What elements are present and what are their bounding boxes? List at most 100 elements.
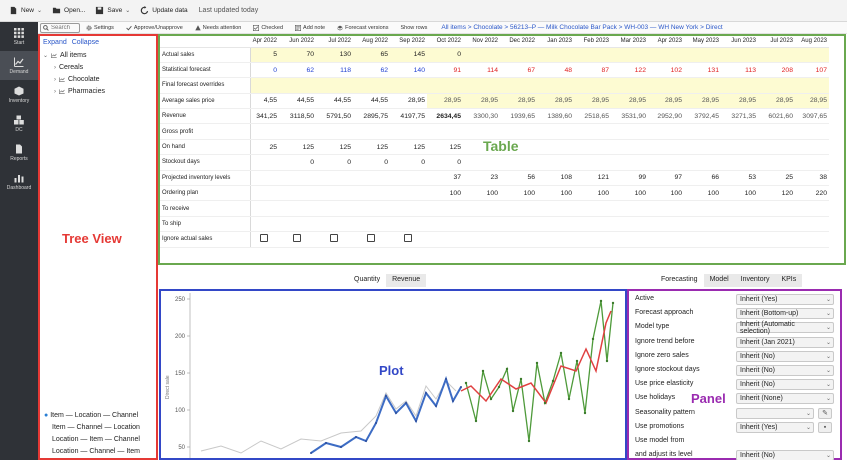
table-cell[interactable]: 1389,60 — [537, 108, 574, 125]
table-cell[interactable]: 25 — [758, 170, 795, 187]
table-cell[interactable] — [574, 139, 611, 156]
table-cell[interactable]: 28,95 — [611, 93, 648, 110]
table-cell[interactable]: 3097,65 — [795, 108, 829, 125]
table-cell[interactable] — [537, 200, 574, 217]
table-cell[interactable] — [721, 77, 758, 94]
table-cell[interactable] — [353, 200, 390, 217]
table-cell[interactable] — [684, 216, 721, 233]
chevron-right-icon[interactable]: › — [54, 65, 56, 71]
table-cell[interactable]: 107 — [795, 62, 829, 79]
table-cell[interactable]: 28,95 — [500, 93, 537, 110]
table-cell[interactable]: 0 — [250, 62, 279, 79]
table-cell[interactable]: 53 — [721, 170, 758, 187]
chevron-down-icon[interactable]: ⌄ — [43, 52, 48, 59]
table-cell[interactable] — [316, 77, 353, 94]
table-cell[interactable] — [250, 123, 279, 140]
setting-select[interactable]: ⌄ — [736, 407, 814, 419]
table-cell[interactable] — [316, 123, 353, 140]
table-cell[interactable]: 220 — [795, 185, 829, 202]
table-cell[interactable]: 44,55 — [353, 93, 390, 110]
hierarchy-option[interactable]: Location — Channel — Item — [52, 448, 140, 455]
table-cell[interactable]: 97 — [648, 170, 684, 187]
table-cell[interactable] — [648, 47, 684, 63]
table-cell[interactable] — [279, 231, 316, 248]
table-cell[interactable] — [574, 123, 611, 140]
table-cell[interactable] — [574, 77, 611, 94]
column-header[interactable]: Aug 2022 — [353, 36, 390, 48]
table-cell[interactable]: 2895,75 — [353, 108, 390, 125]
table-cell[interactable] — [250, 185, 279, 202]
table-cell[interactable] — [316, 170, 353, 187]
table-cell[interactable] — [795, 139, 829, 156]
table-cell[interactable] — [611, 231, 648, 248]
table-cell[interactable] — [353, 77, 390, 94]
column-header[interactable]: Jul 2023 — [758, 36, 795, 48]
table-cell[interactable] — [390, 170, 427, 187]
table-cell[interactable] — [250, 200, 279, 217]
table-cell[interactable]: 6021,60 — [758, 108, 795, 125]
table-cell[interactable] — [795, 154, 829, 171]
table-cell[interactable]: 28,95 — [758, 93, 795, 110]
table-cell[interactable] — [250, 77, 279, 94]
table-cell[interactable] — [795, 200, 829, 217]
table-cell[interactable] — [316, 216, 353, 233]
checkbox[interactable] — [292, 234, 301, 243]
table-cell[interactable] — [684, 77, 721, 94]
checkbox[interactable] — [329, 234, 338, 243]
expand-link[interactable]: Expand — [43, 39, 67, 46]
table-cell[interactable] — [758, 200, 795, 217]
table-cell[interactable]: 100 — [611, 185, 648, 202]
table-cell[interactable] — [427, 231, 463, 248]
nav-demand[interactable]: Demand — [0, 51, 38, 80]
table-cell[interactable]: 125 — [353, 139, 390, 156]
new-button[interactable]: New ⌄ — [4, 0, 47, 22]
table-cell[interactable] — [648, 77, 684, 94]
table-cell[interactable] — [463, 200, 500, 217]
table-cell[interactable] — [684, 123, 721, 140]
column-header[interactable]: Mar 2023 — [611, 36, 648, 48]
table-cell[interactable] — [463, 154, 500, 171]
table-cell[interactable] — [721, 47, 758, 63]
table-cell[interactable] — [279, 77, 316, 94]
table-cell[interactable]: 140 — [390, 62, 427, 79]
setting-select[interactable]: Inherit (Yes) ⌄ — [736, 294, 834, 305]
table-cell[interactable] — [758, 139, 795, 156]
column-header[interactable]: Jun 2023 — [721, 36, 758, 48]
table-cell[interactable]: 28,95 — [648, 93, 684, 110]
table-cell[interactable]: 118 — [316, 62, 353, 79]
table-cell[interactable]: 4,55 — [250, 93, 279, 110]
column-header[interactable]: Jul 2022 — [316, 36, 353, 48]
nav-dashboard[interactable]: Dashboard — [0, 167, 38, 196]
table-cell[interactable] — [537, 77, 574, 94]
collapse-link[interactable]: Collapse — [72, 39, 99, 46]
column-header[interactable]: Apr 2023 — [648, 36, 684, 48]
table-cell[interactable]: 108 — [537, 170, 574, 187]
table-cell[interactable] — [316, 231, 353, 248]
search-box[interactable] — [40, 22, 80, 33]
open-button[interactable]: Open... — [47, 0, 90, 22]
table-cell[interactable] — [279, 123, 316, 140]
column-header[interactable]: May 2023 — [684, 36, 721, 48]
column-header[interactable]: Oct 2022 — [427, 36, 463, 48]
table-cell[interactable]: 28,95 — [463, 93, 500, 110]
table-cell[interactable]: 99 — [611, 170, 648, 187]
table-cell[interactable]: 67 — [500, 62, 537, 79]
update-data-button[interactable]: Update data — [135, 0, 192, 22]
table-cell[interactable] — [721, 200, 758, 217]
table-cell[interactable] — [721, 231, 758, 248]
checkbox[interactable] — [259, 234, 268, 243]
table-cell[interactable]: 100 — [463, 185, 500, 202]
tab-quantity[interactable]: Quantity — [348, 274, 387, 287]
table-cell[interactable] — [721, 216, 758, 233]
table-cell[interactable] — [390, 231, 427, 248]
table-cell[interactable]: 0 — [390, 154, 427, 171]
table-cell[interactable] — [648, 123, 684, 140]
table-cell[interactable]: 0 — [427, 154, 463, 171]
table-cell[interactable] — [574, 154, 611, 171]
table-cell[interactable] — [648, 154, 684, 171]
table-cell[interactable] — [250, 231, 279, 248]
chevron-down-icon[interactable]: ⌄ — [37, 7, 42, 14]
table-cell[interactable] — [250, 216, 279, 233]
table-cell[interactable]: 121 — [574, 170, 611, 187]
table-cell[interactable]: 113 — [721, 62, 758, 79]
